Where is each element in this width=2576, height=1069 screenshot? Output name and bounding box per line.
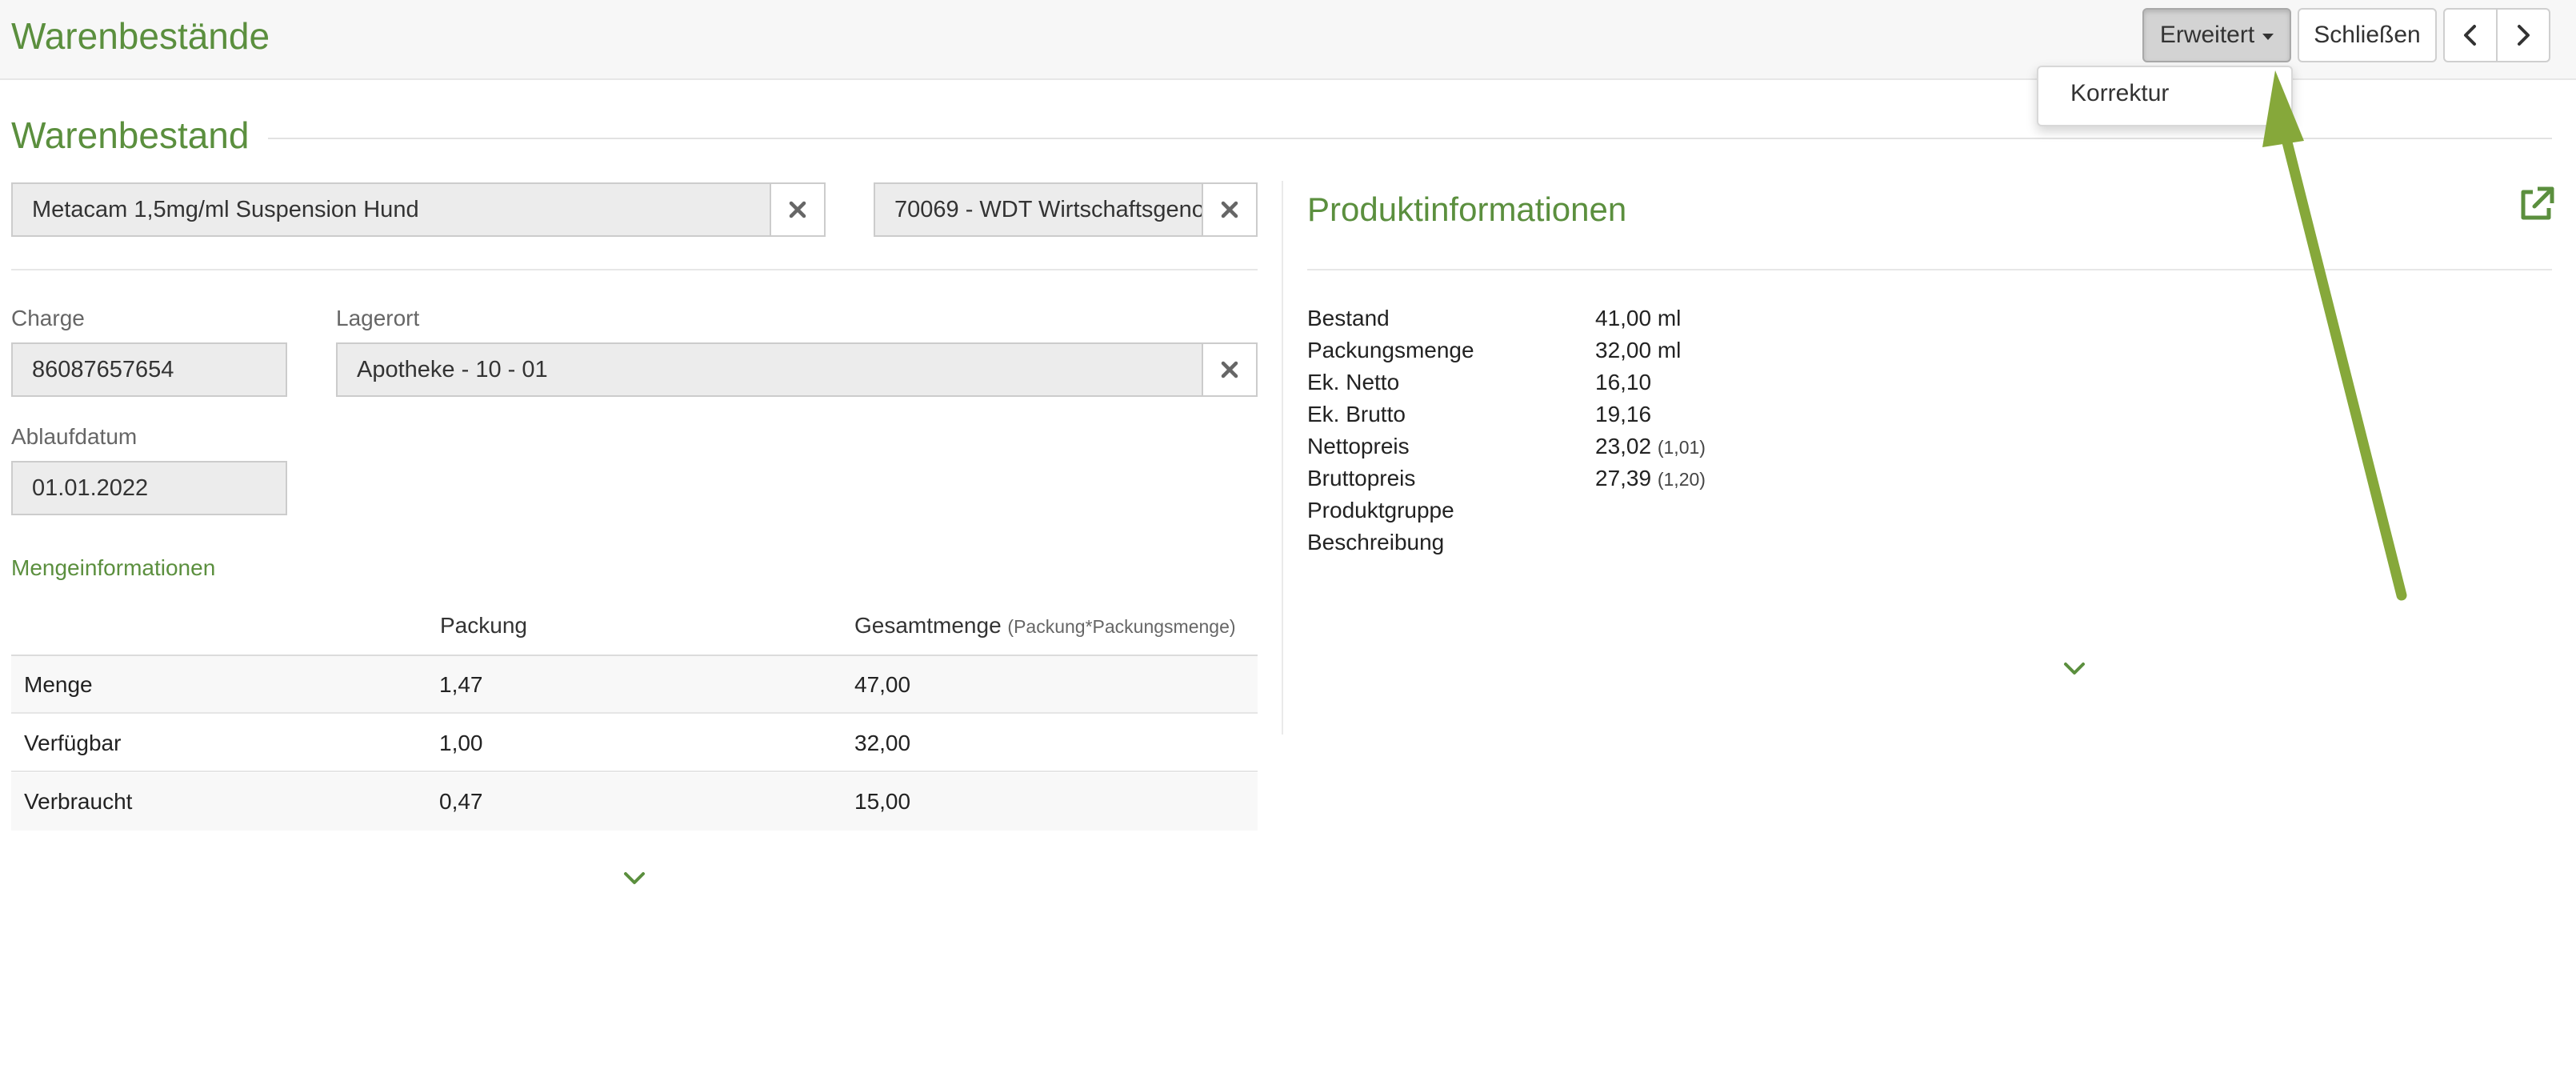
bruttopreis-value: 27,39 (1595, 466, 1652, 490)
info-key-ek-brutto: Ek. Brutto (1307, 402, 1406, 426)
info-key-beschreibung: Beschreibung (1307, 530, 1445, 555)
info-value-ek-brutto: 19,16 (1595, 402, 1652, 426)
menu-item-korrektur[interactable]: Korrektur (2070, 80, 2169, 107)
chevron-down-icon[interactable] (2062, 661, 2086, 677)
page-title: Warenbestände (11, 15, 270, 57)
row-gesamt: 47,00 (854, 672, 911, 697)
clear-product-button[interactable] (770, 182, 826, 237)
info-key-ek-netto: Ek. Netto (1307, 370, 1400, 394)
info-value-bestand: 41,00 ml (1595, 306, 1682, 330)
info-key-nettopreis: Nettopreis (1307, 434, 1410, 458)
lagerort-label: Lagerort (336, 306, 420, 330)
divider (11, 269, 1258, 270)
charge-label: Charge (11, 306, 85, 330)
erweitert-label: Erweitert (2159, 22, 2255, 48)
gesamtmenge-label: Gesamtmenge (854, 613, 1002, 638)
row-label: Verfügbar (24, 731, 122, 755)
row-packung: 0,47 (439, 789, 483, 814)
info-key-bestand: Bestand (1307, 306, 1390, 330)
clear-supplier-button[interactable] (1202, 182, 1258, 237)
chevron-left-icon (2464, 25, 2476, 46)
row-gesamt: 32,00 (854, 731, 911, 755)
section-divider (11, 138, 2552, 139)
column-divider (1282, 181, 1283, 735)
info-key-produktgruppe: Produktgruppe (1307, 498, 1454, 522)
info-value-nettopreis: 23,02 (1,01) (1595, 434, 1706, 459)
info-key-packungsmenge: Packungsmenge (1307, 338, 1474, 362)
section-title: Warenbestand (11, 114, 269, 157)
green-arrow-annotation (2262, 70, 2407, 601)
column-header-packung: Packung (440, 613, 527, 638)
times-icon (1221, 361, 1238, 378)
times-icon (789, 201, 806, 218)
info-value-ek-netto: 16,10 (1595, 370, 1652, 394)
ablaufdatum-field[interactable]: 01.01.2022 (11, 461, 287, 515)
mengeninfo-heading: Mengeinformationen (11, 555, 216, 580)
info-value-bruttopreis: 27,39 (1,20) (1595, 466, 1706, 491)
chevron-right-icon (2518, 25, 2530, 46)
supplier-field[interactable]: 70069 - WDT Wirtschaftsgenossenschaft (874, 182, 1203, 237)
previous-button[interactable] (2443, 8, 2498, 62)
gesamtmenge-note: (Packung*Packungsmenge) (1007, 616, 1236, 637)
bruttopreis-extra: (1,20) (1657, 469, 1706, 490)
row-label: Verbraucht (24, 789, 133, 814)
times-icon (1221, 201, 1238, 218)
erweitert-dropdown-button[interactable]: Erweitert (2142, 8, 2291, 62)
row-gesamt: 15,00 (854, 789, 911, 814)
row-packung: 1,47 (439, 672, 483, 697)
charge-field[interactable]: 86087657654 (11, 342, 287, 397)
lagerort-field[interactable]: Apotheke - 10 - 01 (336, 342, 1203, 397)
close-button[interactable]: Schließen (2298, 8, 2437, 62)
caret-down-icon (2262, 34, 2274, 40)
table-row: Verfügbar 1,00 32,00 (11, 715, 1258, 772)
external-link-icon[interactable] (2517, 186, 2555, 224)
row-label: Menge (24, 672, 93, 697)
row-packung: 1,00 (439, 731, 483, 755)
next-button[interactable] (2496, 8, 2550, 62)
info-key-bruttopreis: Bruttopreis (1307, 466, 1416, 490)
clear-lagerort-button[interactable] (1202, 342, 1258, 397)
produktinfo-title: Produktinformationen (1307, 190, 1627, 228)
nettopreis-value: 23,02 (1595, 434, 1652, 458)
nettopreis-extra: (1,01) (1657, 437, 1706, 458)
column-header-gesamtmenge: Gesamtmenge (Packung*Packungsmenge) (854, 613, 1236, 639)
chevron-down-icon[interactable] (622, 871, 646, 887)
table-row: Menge 1,47 47,00 (11, 656, 1258, 714)
ablaufdatum-label: Ablaufdatum (11, 424, 138, 449)
info-value-packungsmenge: 32,00 ml (1595, 338, 1682, 362)
table-row: Verbraucht 0,47 15,00 (11, 773, 1258, 831)
product-field[interactable]: Metacam 1,5mg/ml Suspension Hund (11, 182, 771, 237)
